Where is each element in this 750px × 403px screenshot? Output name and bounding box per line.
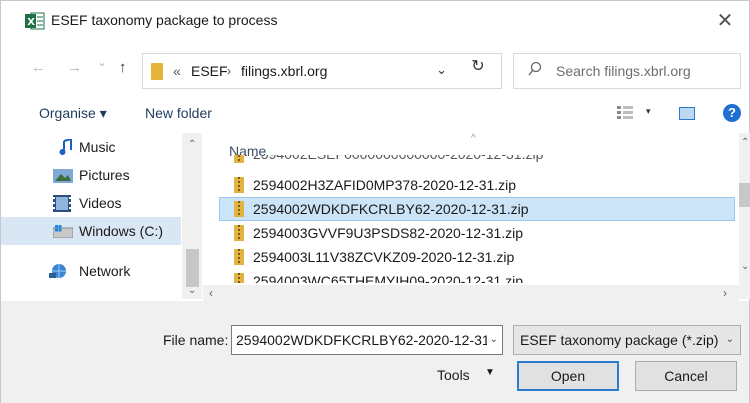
file-open-dialog: X ESEF taxonomy package to process ✕ ← →… bbox=[0, 0, 750, 403]
new-folder-button[interactable]: New folder bbox=[145, 105, 212, 121]
zip-icon bbox=[234, 155, 244, 163]
list-item[interactable]: 2594002ESEF0000000000000-2020-12-31.zip bbox=[219, 155, 735, 167]
scroll-right-icon[interactable]: › bbox=[723, 286, 727, 300]
sidebar-item-label: Videos bbox=[79, 195, 122, 211]
file-name: 2594002ESEF0000000000000-2020-12-31.zip bbox=[253, 155, 543, 166]
file-name: 2594003L11V38ZCVKZ09-2020-12-31.zip bbox=[253, 249, 515, 265]
close-icon[interactable]: ✕ bbox=[711, 7, 739, 35]
tools-button[interactable]: Tools bbox=[437, 367, 470, 383]
breadcrumb-esef[interactable]: ESEF bbox=[191, 63, 228, 79]
window-title: ESEF taxonomy package to process bbox=[51, 12, 278, 28]
tools-caret-icon[interactable]: ▼ bbox=[485, 367, 495, 378]
zip-icon bbox=[234, 177, 244, 193]
recent-locations-icon[interactable]: ⌄ bbox=[97, 55, 107, 69]
preview-pane-icon[interactable] bbox=[679, 107, 695, 120]
view-options-icon[interactable] bbox=[617, 106, 633, 120]
command-bar: Organise ▾ New folder ▾ ? bbox=[1, 97, 749, 131]
sidebar-item-label: Windows (C:) bbox=[79, 223, 164, 239]
file-name: 2594003GVVF9U3PSDS82-2020-12-31.zip bbox=[253, 225, 524, 241]
help-icon[interactable]: ? bbox=[723, 104, 741, 122]
zip-icon bbox=[234, 225, 244, 241]
chevron-down-icon[interactable]: ⌄ bbox=[486, 326, 498, 354]
up-icon[interactable]: ↑ bbox=[119, 59, 127, 76]
drive-icon bbox=[53, 225, 73, 238]
sidebar-item-label: Music bbox=[79, 139, 116, 155]
file-name-field[interactable]: 2594002WDKDFKCRLBY62-2020-12-31 ⌄ bbox=[231, 325, 503, 355]
search-input[interactable]: Search filings.xbrl.org bbox=[513, 53, 741, 89]
svg-text:X: X bbox=[27, 17, 35, 28]
scroll-down-icon[interactable]: ⌄ bbox=[188, 285, 196, 296]
list-item-selected[interactable]: 2594002WDKDFKCRLBY62-2020-12-31.zip bbox=[219, 197, 735, 221]
open-button[interactable]: Open bbox=[517, 361, 619, 391]
title-bar: X ESEF taxonomy package to process ✕ bbox=[1, 1, 749, 41]
zip-icon bbox=[234, 273, 244, 283]
zip-icon bbox=[234, 249, 244, 265]
scrollbar-thumb[interactable] bbox=[739, 183, 750, 207]
file-type-select[interactable]: ESEF taxonomy package (*.zip) ⌄ bbox=[513, 325, 741, 355]
list-item[interactable]: 2594003L11V38ZCVKZ09-2020-12-31.zip bbox=[219, 245, 735, 269]
chevron-down-icon[interactable]: ⌄ bbox=[436, 62, 447, 78]
pictures-icon bbox=[53, 169, 73, 183]
search-placeholder: Search filings.xbrl.org bbox=[556, 63, 691, 79]
view-caret-icon[interactable]: ▾ bbox=[646, 106, 651, 117]
nav-scrollbar[interactable]: ⌃ ⌄ bbox=[182, 133, 202, 299]
network-icon bbox=[49, 264, 66, 278]
file-list: ^ Name 2594002ESEF0000000000000-2020-12-… bbox=[215, 133, 749, 299]
videos-icon bbox=[53, 195, 71, 212]
scroll-left-icon[interactable]: ‹ bbox=[209, 286, 213, 300]
refresh-icon[interactable]: ↻ bbox=[459, 55, 497, 79]
file-name-label: File name: bbox=[163, 332, 229, 348]
scrollbar-thumb[interactable] bbox=[186, 249, 199, 287]
zip-icon bbox=[234, 201, 244, 217]
file-name: 2594003WC65THEMYIH09-2020-12-31.zip bbox=[253, 273, 524, 283]
file-type-value: ESEF taxonomy package (*.zip) bbox=[520, 332, 719, 348]
breadcrumb-filings[interactable]: filings.xbrl.org bbox=[241, 63, 327, 79]
organise-button[interactable]: Organise ▾ bbox=[39, 105, 107, 122]
horizontal-scrollbar[interactable]: ‹ › bbox=[203, 285, 739, 301]
back-icon[interactable]: ← bbox=[31, 59, 46, 76]
breadcrumb-separator: › bbox=[227, 64, 231, 78]
address-bar[interactable]: « ESEF › filings.xbrl.org ⌄ bbox=[142, 53, 502, 89]
list-item[interactable]: 2594002H3ZAFID0MP378-2020-12-31.zip bbox=[219, 173, 735, 197]
list-item[interactable]: 2594003WC65THEMYIH09-2020-12-31.zip bbox=[219, 269, 735, 283]
search-icon bbox=[528, 61, 542, 80]
sidebar-item-label: Pictures bbox=[79, 167, 130, 183]
scroll-down-icon[interactable]: ⌄ bbox=[741, 261, 749, 272]
file-list-scrollbar[interactable]: ⌃ ⌄ bbox=[739, 133, 750, 299]
excel-icon: X bbox=[25, 12, 45, 30]
music-icon bbox=[59, 139, 72, 155]
chevron-down-icon[interactable]: ⌄ bbox=[726, 326, 734, 354]
dialog-footer: File name: 2594002WDKDFKCRLBY62-2020-12-… bbox=[1, 301, 749, 403]
scroll-up-icon[interactable]: ⌃ bbox=[188, 139, 196, 150]
address-row: ← → ⌄ ↑ « ESEF › filings.xbrl.org ⌄ ↻ Se… bbox=[1, 49, 749, 93]
forward-icon[interactable]: → bbox=[67, 59, 82, 76]
folder-icon bbox=[151, 63, 163, 80]
file-name: 2594002WDKDFKCRLBY62-2020-12-31.zip bbox=[253, 201, 529, 217]
navigation-pane: Music Pictures Videos Windows (C:) Netwo… bbox=[1, 133, 203, 299]
sidebar-item-label: Network bbox=[79, 263, 131, 279]
file-name-value: 2594002WDKDFKCRLBY62-2020-12-31 bbox=[236, 332, 490, 348]
list-item[interactable]: 2594003GVVF9U3PSDS82-2020-12-31.zip bbox=[219, 221, 735, 245]
file-name: 2594002H3ZAFID0MP378-2020-12-31.zip bbox=[253, 177, 517, 193]
sort-ascending-icon: ^ bbox=[471, 133, 476, 144]
scroll-up-icon[interactable]: ⌃ bbox=[741, 137, 749, 148]
cancel-button[interactable]: Cancel bbox=[635, 361, 737, 391]
overflow-chevrons[interactable]: « bbox=[173, 63, 181, 79]
